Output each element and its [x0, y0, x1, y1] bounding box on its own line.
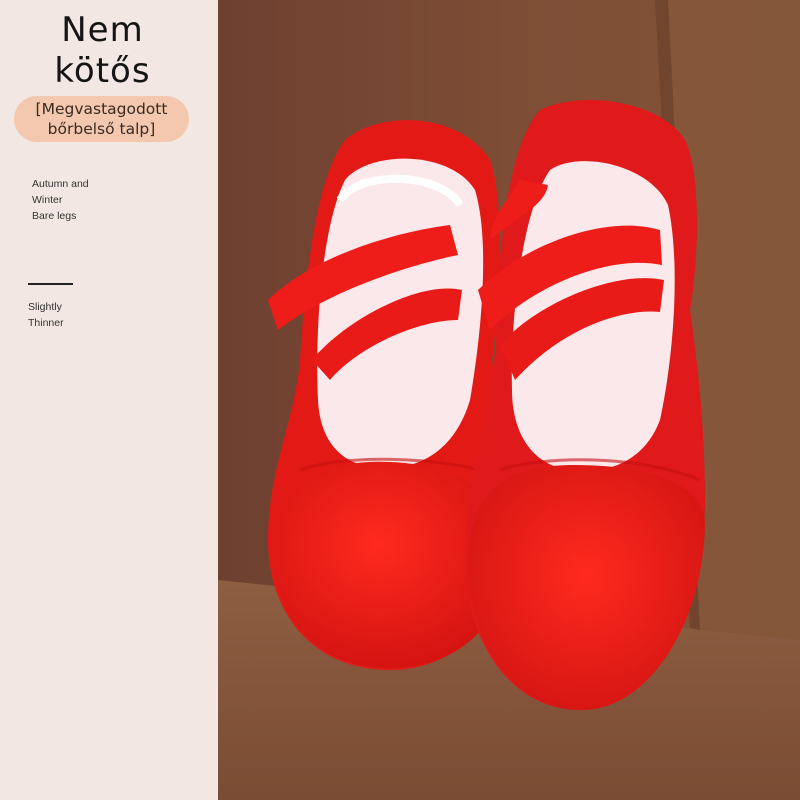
- feature-badge: [Megvastagodott bőrbelső talp]: [14, 96, 189, 142]
- badge-text: [Megvastagodott bőrbelső talp]: [35, 100, 168, 138]
- thickness-label-1: Slightly: [28, 301, 62, 313]
- season-label-2: Winter: [32, 194, 63, 206]
- thickness-label-2: Thinner: [28, 317, 64, 329]
- season-label-1: Autumn and: [32, 178, 89, 190]
- product-title-line-2: kötős: [54, 51, 151, 91]
- product-photo: [218, 0, 800, 800]
- divider: [28, 283, 73, 285]
- season-label-3: Bare legs: [32, 210, 77, 222]
- info-panel: Nem kötős [Megvastagodott bőrbelső talp]…: [0, 0, 218, 800]
- product-title-line-1: Nem: [61, 10, 144, 50]
